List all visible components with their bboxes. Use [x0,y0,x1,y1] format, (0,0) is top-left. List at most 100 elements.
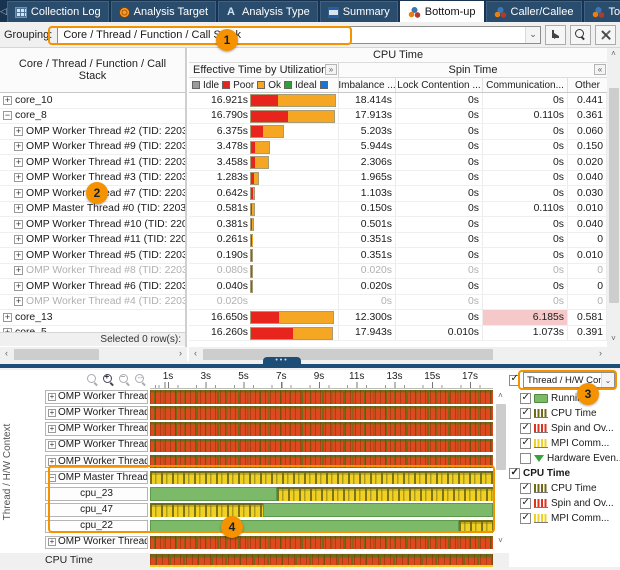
imbalance-cell[interactable]: 12.300s [339,310,396,325]
imbalance-cell[interactable]: 18.414s [339,93,396,108]
cpu-time-header[interactable]: CPU Time [189,48,607,63]
splitter-handle[interactable]: ••• [263,357,301,365]
expand-icon[interactable]: + [14,204,23,213]
imbalance-cell[interactable]: 17.913s [339,109,396,124]
scroll-down-icon[interactable]: ˅ [607,333,620,346]
timeline-row-label[interactable]: cpu_47 [45,503,148,517]
timeline-row-chart[interactable] [150,455,493,469]
tree-column-header[interactable]: Core / Thread / Function / Call Stack [0,48,185,93]
communication-cell[interactable]: 0s [483,248,568,263]
expand-icon[interactable]: + [48,458,56,466]
legend-item-checkbox[interactable] [520,483,531,494]
expand-icon[interactable]: + [3,313,12,322]
effective-time-cell[interactable]: 0.261s [189,233,339,248]
lock-contention-cell[interactable]: 0s [396,171,483,186]
lock-contention-cell[interactable]: 0s [396,295,483,310]
legend-band-combobox[interactable]: Thread / H/W Contr ⌄ [523,372,615,388]
lock-contention-cell[interactable]: 0s [396,310,483,325]
effective-time-cell[interactable]: 3.478s [189,140,339,155]
effective-time-header[interactable]: Effective Time by Utilization▾ » [189,63,339,77]
communication-cell[interactable]: 6.185s [483,310,568,325]
timeline-row-chart[interactable] [150,390,493,404]
effective-time-cell[interactable]: 0.381s [189,217,339,232]
zoom-fit-icon[interactable]: ↔ [134,373,147,386]
communication-cell[interactable]: 1.073s [483,326,568,341]
scroll-left-icon[interactable]: ‹ [0,347,13,361]
data-row[interactable]: 0.190s0.351s0s0s0.010 [189,248,607,264]
expand-icon[interactable]: + [14,173,23,182]
effective-time-cell[interactable]: 16.650s [189,310,339,325]
tree-row[interactable]: +core_13 [0,310,185,326]
lock-contention-cell[interactable]: 0s [396,279,483,294]
tab-bottom-up[interactable]: Bottom-up [400,1,484,22]
tree-row[interactable]: +OMP Master Thread #0 (TID: 220349) [0,202,185,218]
tree-row[interactable]: +OMP Worker Thread #10 (TID: 220386) [0,217,185,233]
timeline-row-chart[interactable] [150,520,493,534]
grid-vertical-scrollbar[interactable]: ˄ ˅ [607,48,620,361]
data-row[interactable]: 0.040s0.020s0s0s0 [189,279,607,295]
timeline-row-label[interactable]: cpu_23 [45,487,148,501]
other-cell[interactable]: 0.391 [568,326,607,341]
lock-contention-cell[interactable]: 0s [396,140,483,155]
effective-time-cell[interactable]: 0.190s [189,248,339,263]
expand-icon[interactable]: + [14,282,23,291]
collapse-columns-icon[interactable]: « [594,64,606,75]
timeline-row-label[interactable]: −OMP Master Thread #0 (... [45,471,148,485]
zoom-in-icon[interactable]: + [102,373,115,386]
lock-contention-cell[interactable]: 0s [396,233,483,248]
tree-row[interactable]: +OMP Worker Thread #6 (TID: 220379) [0,279,185,295]
imbalance-cell[interactable]: 0s [339,295,396,310]
tree-row[interactable]: +core_10 [0,93,185,109]
timeline-row-chart[interactable] [150,471,493,485]
data-row[interactable]: 0.581s0.150s0s0.110s0.010 [189,202,607,218]
tab-summary[interactable]: Summary [320,1,398,22]
splitter-bar[interactable] [0,364,620,368]
other-cell[interactable]: 0 [568,295,607,310]
scroll-down-icon[interactable]: ˅ [494,535,507,548]
expand-icon[interactable]: + [14,251,23,260]
data-row[interactable]: 16.260s17.943s0.010s1.073s0.391 [189,326,607,342]
scrollbar-thumb[interactable] [609,88,619,303]
expand-icon[interactable]: + [48,393,56,401]
timeline-row-label[interactable]: +OMP Worker Thread #6 (... [45,406,148,420]
other-cell[interactable]: 0.010 [568,248,607,263]
legend-group-checkbox[interactable] [509,468,520,479]
tree-row[interactable]: +OMP Worker Thread #1 (TID: 220369) [0,155,185,171]
effective-time-cell[interactable]: 0.020s [189,295,339,310]
legend-item-checkbox[interactable] [520,393,531,404]
lock-contention-cell[interactable]: 0s [396,155,483,170]
scroll-up-icon[interactable]: ˄ [607,48,620,61]
communication-cell[interactable]: 0s [483,124,568,139]
scroll-left-icon[interactable]: ‹ [189,347,202,361]
effective-time-cell[interactable]: 0.040s [189,279,339,294]
expand-icon[interactable]: + [14,158,23,167]
tree-row[interactable]: +OMP Worker Thread #2 (TID: 220371) [0,124,185,140]
grouping-menu-button[interactable] [545,25,566,45]
expand-icon[interactable]: + [48,425,56,433]
lock-contention-cell[interactable]: 0s [396,124,483,139]
communication-cell[interactable]: 0s [483,171,568,186]
imbalance-cell[interactable]: 17.943s [339,326,396,341]
imbalance-cell[interactable]: 0.501s [339,217,396,232]
timeline-row-label[interactable]: cpu_22 [45,520,148,534]
communication-cell[interactable]: 0s [483,279,568,294]
legend-item-checkbox[interactable] [520,453,531,464]
tree-row[interactable]: +OMP Worker Thread #5 (TID: 220376) [0,248,185,264]
imbalance-cell[interactable]: 5.203s [339,124,396,139]
effective-time-cell[interactable]: 0.581s [189,202,339,217]
imbalance-cell[interactable]: 0.020s [339,264,396,279]
timeline-row-chart[interactable] [150,503,493,517]
communication-cell[interactable]: 0.110s [483,109,568,124]
expand-icon[interactable]: + [14,142,23,151]
other-cell[interactable]: 0 [568,264,607,279]
timeline-row-chart[interactable] [150,536,493,550]
other-cell[interactable]: 0.441 [568,93,607,108]
time-ruler[interactable]: 1s3s5s7s9s11s13s15s17s [150,370,493,389]
imbalance-cell[interactable]: 1.103s [339,186,396,201]
scrollbar-thumb[interactable] [496,404,506,470]
lock-contention-cell[interactable]: 0s [396,109,483,124]
timeline-row-label[interactable]: +OMP Worker Thread #3 (... [45,439,148,453]
lock-contention-cell[interactable]: 0s [396,186,483,201]
tree-row[interactable]: +OMP Worker Thread #9 (TID: 220384) [0,140,185,156]
lock-contention-cell[interactable]: 0s [396,264,483,279]
